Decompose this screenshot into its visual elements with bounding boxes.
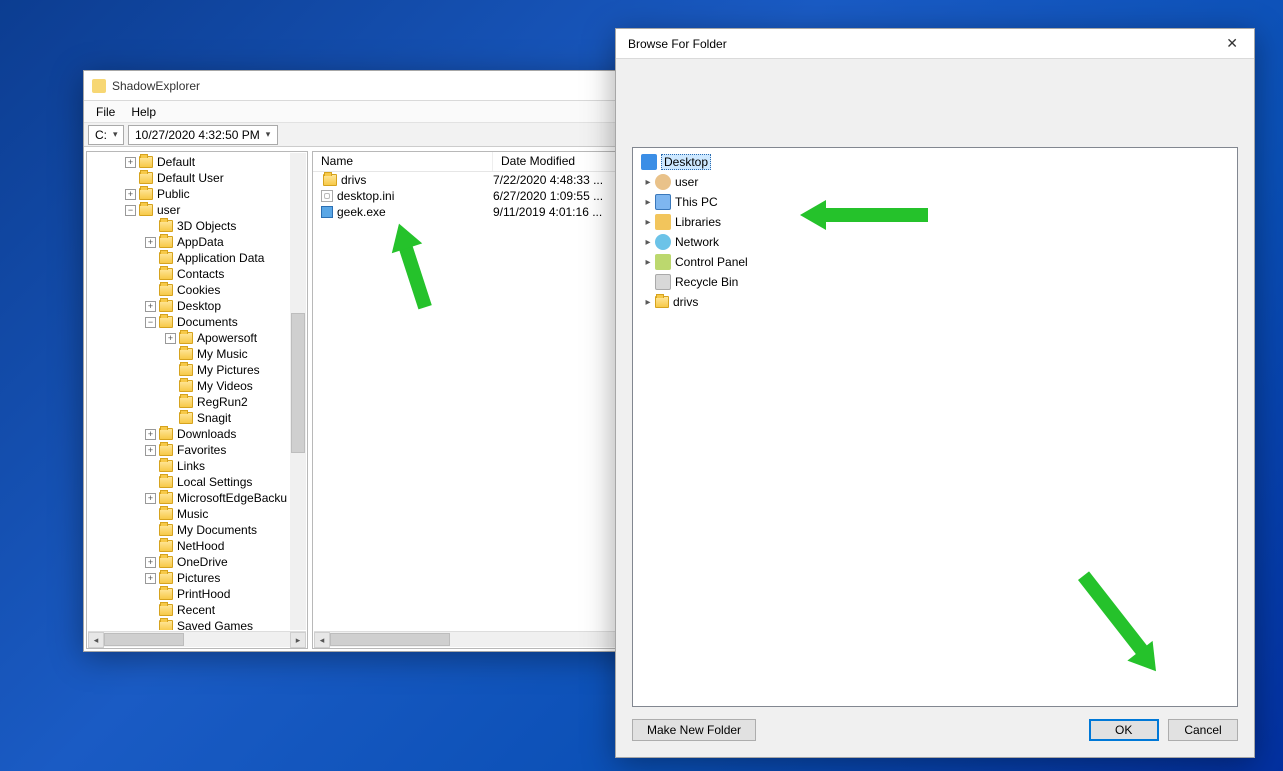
tree-node[interactable]: Snagit bbox=[197, 410, 231, 426]
picker-node-recyclebin[interactable]: Recycle Bin bbox=[639, 272, 1231, 292]
control-panel-icon bbox=[655, 254, 671, 270]
app-icon bbox=[92, 79, 106, 93]
ok-button[interactable]: OK bbox=[1089, 719, 1159, 741]
tree-node[interactable]: Saved Games bbox=[177, 618, 253, 630]
tree-node[interactable]: Links bbox=[177, 458, 205, 474]
tree-node[interactable]: Downloads bbox=[177, 426, 236, 442]
picker-node-network[interactable]: ▸ Network bbox=[639, 232, 1231, 252]
tree-node[interactable]: Pictures bbox=[177, 570, 220, 586]
tree-node[interactable]: Default bbox=[157, 154, 195, 170]
picker-node-thispc[interactable]: ▸ This PC bbox=[639, 192, 1231, 212]
tree-node[interactable]: Favorites bbox=[177, 442, 226, 458]
desktop-icon bbox=[641, 154, 657, 170]
chevron-right-icon[interactable]: ▸ bbox=[643, 297, 653, 308]
dialog-title-bar[interactable]: Browse For Folder ✕ bbox=[616, 29, 1254, 59]
folder-tree-panel: +Default Default User +Public −user 3D O… bbox=[86, 151, 308, 649]
dialog-title: Browse For Folder bbox=[628, 37, 727, 51]
tree-node[interactable]: Desktop bbox=[177, 298, 221, 314]
chevron-right-icon[interactable]: ▸ bbox=[643, 217, 653, 228]
tree-node[interactable]: PrintHood bbox=[177, 586, 230, 602]
tree-node[interactable]: 3D Objects bbox=[177, 218, 236, 234]
tree-node[interactable]: Local Settings bbox=[177, 474, 252, 490]
chevron-right-icon[interactable]: ▸ bbox=[643, 237, 653, 248]
tree-node[interactable]: MicrosoftEdgeBacku bbox=[177, 490, 287, 506]
close-button[interactable]: ✕ bbox=[1218, 31, 1246, 56]
picker-node-libraries[interactable]: ▸ Libraries bbox=[639, 212, 1231, 232]
snapshot-datetime-select[interactable]: 10/27/2020 4:32:50 PM ▾ bbox=[128, 125, 278, 145]
chevron-right-icon[interactable]: ▸ bbox=[643, 257, 653, 268]
folder-tree[interactable]: +Default Default User +Public −user 3D O… bbox=[87, 152, 307, 630]
user-icon bbox=[655, 174, 671, 190]
tree-node[interactable]: user bbox=[157, 202, 180, 218]
tree-node[interactable]: Music bbox=[177, 506, 208, 522]
tree-node[interactable]: Default User bbox=[157, 170, 224, 186]
tree-node[interactable]: Apowersoft bbox=[197, 330, 257, 346]
network-icon bbox=[655, 234, 671, 250]
tree-node[interactable]: RegRun2 bbox=[197, 394, 248, 410]
tree-node[interactable]: Documents bbox=[177, 314, 238, 330]
drive-select[interactable]: C: ▾ bbox=[88, 125, 124, 145]
tree-node[interactable]: Application Data bbox=[177, 250, 264, 266]
tree-node[interactable]: Cookies bbox=[177, 282, 220, 298]
browse-for-folder-dialog: Browse For Folder ✕ Desktop ▸ user ▸ Thi… bbox=[615, 28, 1255, 758]
folder-icon bbox=[655, 296, 669, 308]
config-file-icon bbox=[321, 190, 333, 202]
tree-node[interactable]: My Videos bbox=[197, 378, 253, 394]
tree-node[interactable]: My Music bbox=[197, 346, 248, 362]
chevron-right-icon[interactable]: ▸ bbox=[643, 177, 653, 188]
tree-node[interactable]: AppData bbox=[177, 234, 224, 250]
computer-icon bbox=[655, 194, 671, 210]
tree-node[interactable]: My Documents bbox=[177, 522, 257, 538]
tree-node[interactable]: OneDrive bbox=[177, 554, 228, 570]
tree-node[interactable]: NetHood bbox=[177, 538, 224, 554]
window-title: ShadowExplorer bbox=[112, 71, 200, 101]
tree-node[interactable]: Public bbox=[157, 186, 190, 202]
chevron-right-icon[interactable]: ▸ bbox=[643, 197, 653, 208]
menu-file[interactable]: File bbox=[96, 105, 115, 119]
chevron-down-icon: ▾ bbox=[113, 129, 118, 140]
tree-node[interactable]: Recent bbox=[177, 602, 215, 618]
tree-node[interactable]: My Pictures bbox=[197, 362, 260, 378]
recycle-bin-icon bbox=[655, 274, 671, 290]
tree-node[interactable]: Contacts bbox=[177, 266, 224, 282]
column-name[interactable]: Name bbox=[313, 152, 493, 171]
horizontal-scrollbar[interactable]: ◂ ▸ bbox=[88, 631, 306, 647]
exe-file-icon bbox=[321, 206, 333, 218]
libraries-icon bbox=[655, 214, 671, 230]
menu-help[interactable]: Help bbox=[131, 105, 156, 119]
picker-node-drivs[interactable]: ▸ drivs bbox=[639, 292, 1231, 312]
picker-node-user[interactable]: ▸ user bbox=[639, 172, 1231, 192]
make-new-folder-button[interactable]: Make New Folder bbox=[632, 719, 756, 741]
folder-picker-tree[interactable]: Desktop ▸ user ▸ This PC ▸ Libraries ▸ N… bbox=[632, 147, 1238, 707]
cancel-button[interactable]: Cancel bbox=[1168, 719, 1238, 741]
picker-node-desktop[interactable]: Desktop bbox=[639, 152, 1231, 172]
folder-icon bbox=[323, 174, 337, 186]
picker-node-controlpanel[interactable]: ▸ Control Panel bbox=[639, 252, 1231, 272]
chevron-down-icon: ▾ bbox=[266, 129, 271, 140]
